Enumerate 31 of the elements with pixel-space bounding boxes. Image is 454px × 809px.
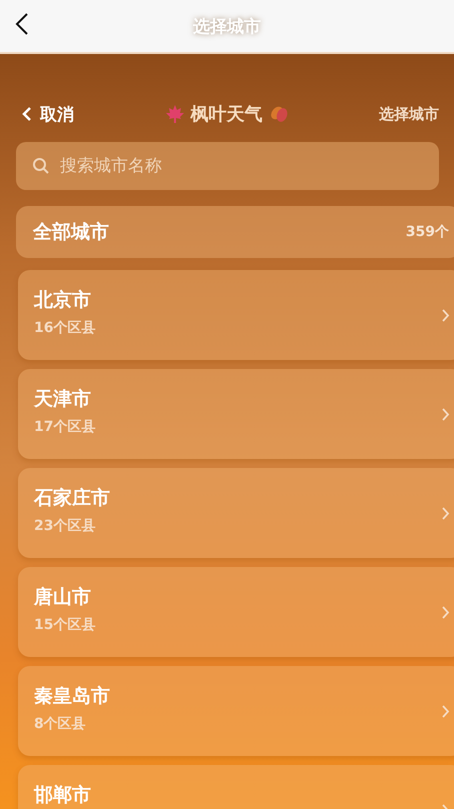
app-name: 枫叶天气 [190, 103, 262, 126]
city-card[interactable]: 石家庄市 23个区县 [18, 468, 454, 558]
leaves-icon [268, 104, 288, 124]
all-cities-item[interactable]: 全部城市 359个 [16, 206, 454, 258]
city-count: 359个 [406, 223, 449, 241]
district-count: 16个区县 [34, 319, 96, 337]
cancel-button[interactable]: 取消 [22, 102, 74, 126]
city-name: 天津市 [34, 387, 92, 412]
district-count: 23个区县 [34, 517, 96, 535]
city-card[interactable]: 北京市 16个区县 [18, 270, 454, 360]
chevron-left-icon [22, 106, 32, 122]
district-count: 8个区县 [34, 715, 87, 733]
city-card[interactable]: 邯郸市 [18, 765, 454, 809]
header-label: 选择城市 [379, 104, 439, 124]
city-name: 秦皇岛市 [34, 684, 110, 709]
nav-title: 选择城市 [193, 16, 261, 38]
search-icon [32, 157, 50, 175]
district-count: 17个区县 [34, 418, 96, 436]
city-name: 唐山市 [34, 585, 92, 610]
city-name: 北京市 [34, 288, 92, 313]
city-name: 石家庄市 [34, 486, 110, 511]
city-card[interactable]: 秦皇岛市 8个区县 [18, 666, 454, 756]
all-cities-label: 全部城市 [33, 220, 109, 245]
city-name: 邯郸市 [34, 783, 91, 808]
search-field[interactable]: 搜索城市名称 [16, 142, 439, 190]
city-card[interactable]: 天津市 17个区县 [18, 369, 454, 459]
back-icon[interactable] [14, 12, 30, 36]
search-input[interactable]: 搜索城市名称 [58, 155, 423, 177]
maple-leaf-icon [164, 104, 184, 124]
district-count: 15个区县 [34, 616, 96, 634]
city-card[interactable]: 唐山市 15个区县 [18, 567, 454, 657]
